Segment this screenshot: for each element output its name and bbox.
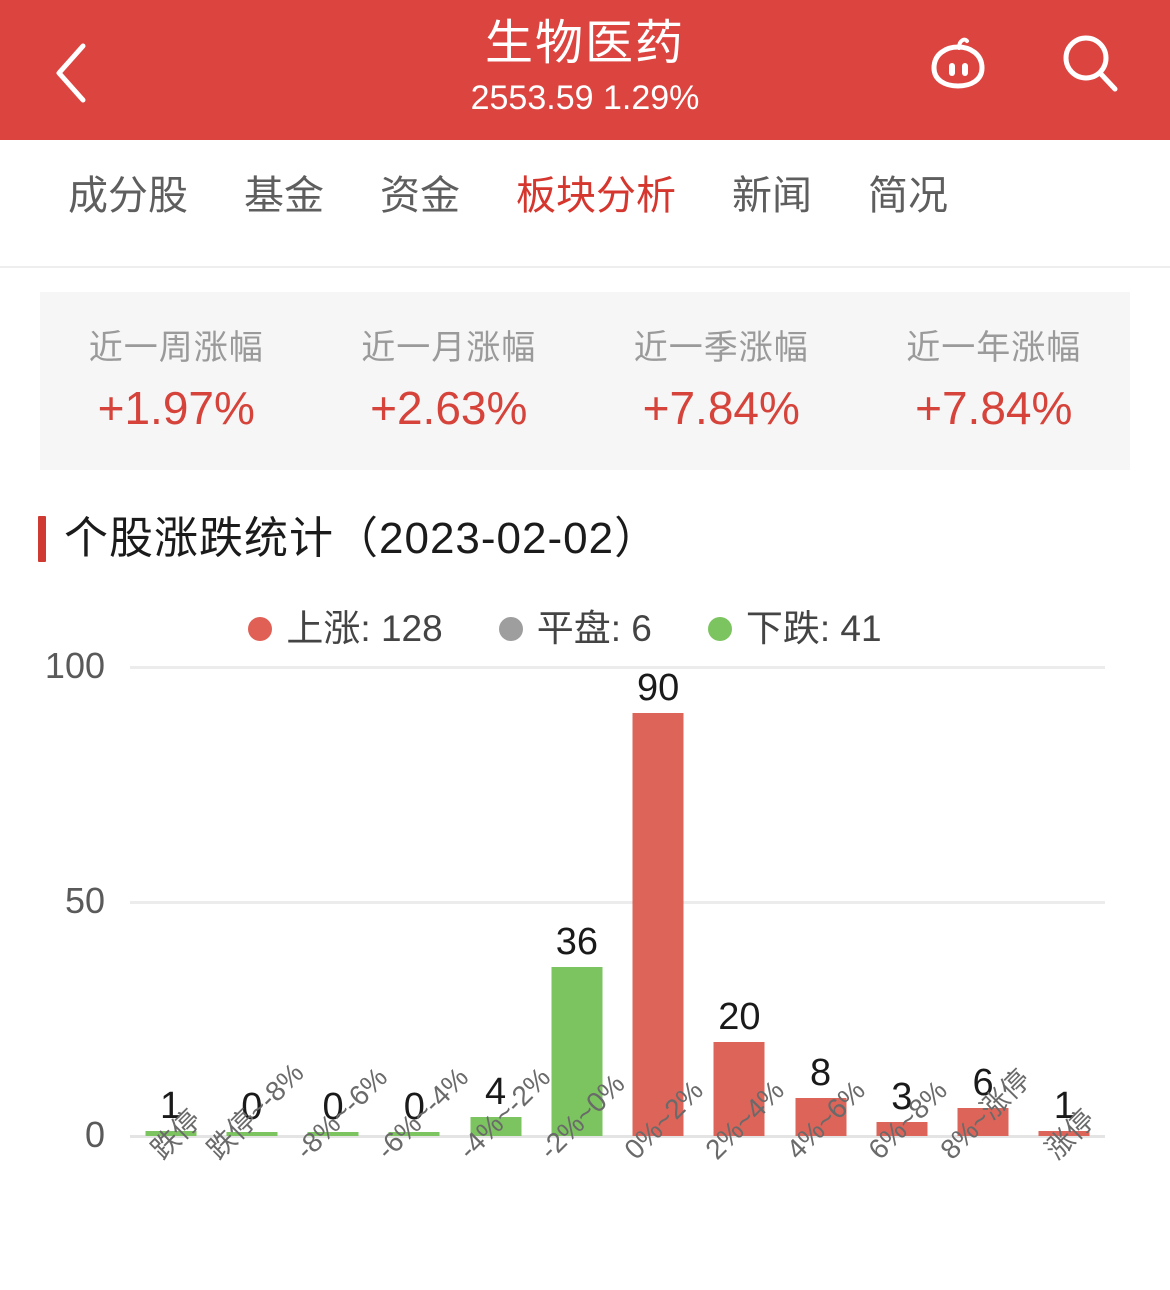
bar-slot[interactable]: 4 bbox=[455, 666, 536, 1136]
stat-quarter: 近一季涨幅 +7.84% bbox=[585, 325, 858, 437]
bar-slot[interactable]: 0 bbox=[374, 666, 455, 1136]
bar-value-label: 90 bbox=[636, 667, 680, 709]
legend-dot-icon bbox=[498, 617, 523, 641]
legend-item-flat[interactable]: 平盘: 6 bbox=[498, 606, 652, 652]
tab-label: 基金 bbox=[244, 174, 324, 218]
tab-zijin[interactable]: 资金 bbox=[352, 140, 488, 224]
bar-value-label: 36 bbox=[555, 921, 599, 963]
section-accent-bar bbox=[38, 516, 46, 562]
stat-label: 近一年涨幅 bbox=[906, 329, 1082, 367]
distribution-bar-chart: 100 50 0 1 0 0 0 4 36 90 20 8 3 6 1 跌停 跌… bbox=[0, 648, 1170, 1186]
stat-month: 近一月涨幅 +2.63% bbox=[313, 325, 586, 437]
y-tick-50: 50 bbox=[64, 880, 105, 921]
x-axis-labels: 跌停 跌停~-8% -8%~-6% -6%~-4% -4%~-2% -2%~0%… bbox=[130, 1057, 1105, 1264]
bar-slot[interactable]: 8 bbox=[780, 666, 861, 1136]
tab-bankuaifenxi[interactable]: 板块分析 bbox=[488, 140, 704, 224]
plot-area: 1 0 0 0 4 36 90 20 8 3 6 1 bbox=[130, 666, 1105, 1136]
chart-legend: 上涨: 128 平盘: 6 下跌: 41 bbox=[0, 606, 1170, 652]
legend-dot-icon bbox=[248, 617, 273, 641]
bar-slot[interactable]: 20 bbox=[699, 666, 780, 1136]
legend-dot-icon bbox=[707, 617, 732, 641]
section-title-text: 个股涨跌统计（2023-02-02） bbox=[64, 514, 660, 563]
tab-label: 板块分析 bbox=[516, 174, 676, 218]
bar-slot[interactable]: 1 bbox=[130, 666, 211, 1136]
tab-label: 资金 bbox=[380, 174, 460, 218]
bar-slot[interactable]: 90 bbox=[618, 666, 699, 1136]
stat-year: 近一年涨幅 +7.84% bbox=[858, 325, 1131, 437]
tab-label: 简况 bbox=[868, 174, 948, 218]
stat-value: +7.84% bbox=[915, 382, 1073, 434]
tab-label: 新闻 bbox=[732, 174, 812, 218]
y-tick-100: 100 bbox=[44, 645, 105, 686]
bar-slot[interactable]: 3 bbox=[861, 666, 942, 1136]
bar-value-label: 20 bbox=[718, 996, 761, 1038]
bar-value-label: 8 bbox=[810, 1052, 832, 1094]
tab-jiankuang[interactable]: 简况 bbox=[840, 140, 976, 224]
app-header: 生物医药 2553.59 1.29% bbox=[0, 0, 1170, 140]
legend-item-down[interactable]: 下跌: 41 bbox=[707, 606, 882, 652]
search-button[interactable] bbox=[1054, 30, 1126, 102]
tab-bar: 成分股 基金 资金 板块分析 新闻 简况 bbox=[0, 140, 1170, 268]
bar-slot[interactable]: 36 bbox=[536, 666, 617, 1136]
stat-label: 近一季涨幅 bbox=[633, 329, 809, 367]
section-header: 个股涨跌统计（2023-02-02） bbox=[38, 510, 1170, 568]
legend-label: 下跌: 41 bbox=[745, 608, 882, 649]
robot-button[interactable] bbox=[922, 30, 994, 102]
legend-label: 上涨: 128 bbox=[286, 608, 443, 649]
bar-slot[interactable]: 1 bbox=[1024, 666, 1105, 1136]
legend-item-up[interactable]: 上涨: 128 bbox=[248, 606, 443, 652]
robot-icon bbox=[922, 28, 994, 105]
stat-label: 近一周涨幅 bbox=[88, 329, 264, 367]
tab-jijin[interactable]: 基金 bbox=[216, 140, 352, 224]
header-actions bbox=[922, 30, 1126, 102]
search-icon bbox=[1054, 28, 1126, 105]
tab-label: 成分股 bbox=[68, 174, 188, 218]
stat-week: 近一周涨幅 +1.97% bbox=[40, 325, 313, 437]
legend-label: 平盘: 6 bbox=[536, 608, 652, 649]
performance-stats-panel: 近一周涨幅 +1.97% 近一月涨幅 +2.63% 近一季涨幅 +7.84% 近… bbox=[40, 292, 1130, 470]
stat-value: +1.97% bbox=[97, 382, 255, 434]
tab-chengfengu[interactable]: 成分股 bbox=[40, 140, 216, 224]
tab-xinwen[interactable]: 新闻 bbox=[704, 140, 840, 224]
bar bbox=[632, 713, 684, 1136]
bar-slot[interactable]: 0 bbox=[293, 666, 374, 1136]
stat-value: +7.84% bbox=[642, 382, 800, 434]
y-tick-0: 0 bbox=[84, 1114, 105, 1155]
stat-label: 近一月涨幅 bbox=[361, 329, 537, 367]
stats-section: 近一周涨幅 +1.97% 近一月涨幅 +2.63% 近一季涨幅 +7.84% 近… bbox=[0, 268, 1170, 470]
stat-value: +2.63% bbox=[370, 382, 528, 434]
